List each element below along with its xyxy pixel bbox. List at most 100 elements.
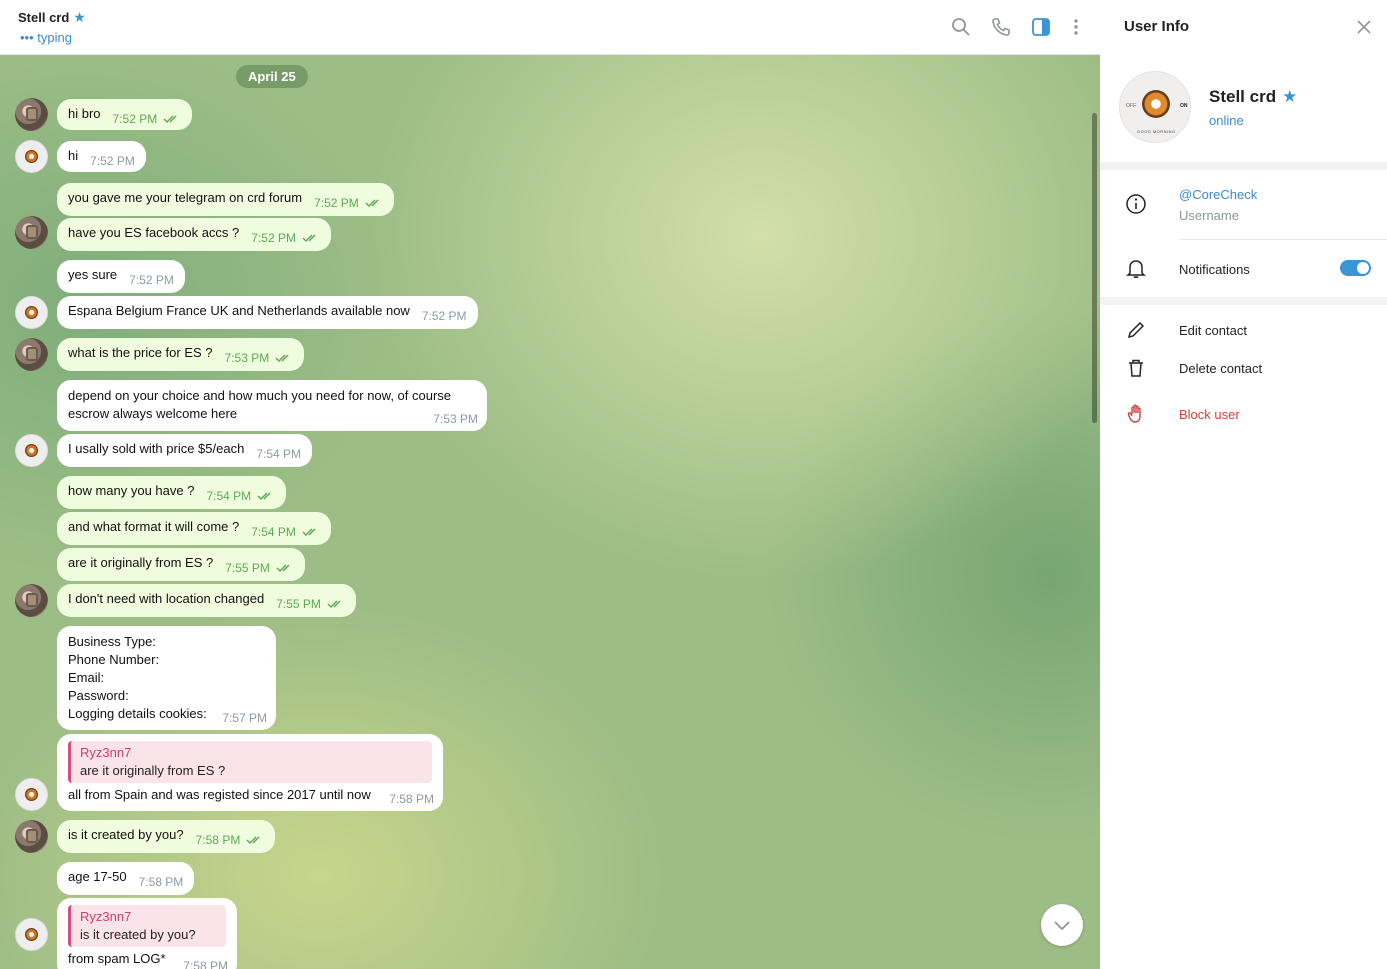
message-meta: 7:53 PM [433, 410, 478, 428]
date-separator: April 25 [236, 65, 308, 88]
message-bubble[interactable]: you gave me your telegram on crd forum 7:… [57, 183, 394, 216]
notifications-label: Notifications [1179, 262, 1250, 277]
avatar[interactable] [15, 296, 48, 329]
edit-contact-button[interactable]: Edit contact [1179, 323, 1247, 338]
telegram-window: Stell crd ★ ••• typing April 25 hi bro 7… [0, 0, 1387, 969]
chat-title[interactable]: Stell crd ★ [18, 9, 86, 26]
double-check-icon [302, 234, 316, 243]
message-text: and what format it will come ? [68, 519, 240, 534]
message-bubble[interactable]: hi 7:52 PM [57, 141, 146, 172]
message-meta: 7:52 PM [129, 271, 174, 289]
reply-quote[interactable]: Ryz3nn7 are it originally from ES ? [68, 741, 432, 783]
more-menu-button[interactable] [1065, 16, 1087, 38]
message-text-line: escrow always welcome here [68, 406, 238, 421]
message-bubble[interactable]: yes sure 7:52 PM [57, 260, 185, 293]
delete-contact-button[interactable]: Delete contact [1179, 361, 1262, 376]
message-time: 7:54 PM [251, 525, 296, 539]
username-value[interactable]: @CoreCheck [1179, 187, 1257, 202]
divider [1179, 239, 1387, 240]
message-bubble[interactable]: depend on your choice and how much you n… [57, 380, 487, 431]
message-meta: 7:54 PM [206, 487, 275, 505]
call-button[interactable] [990, 16, 1012, 38]
message-bubble[interactable]: Ryz3nn7 are it originally from ES ? all … [57, 734, 443, 811]
message-meta: 7:52 PM [314, 194, 383, 212]
message-text: what is the price for ES ? [68, 345, 213, 360]
notifications-toggle[interactable] [1340, 260, 1371, 276]
reply-quote[interactable]: Ryz3nn7 is it created by you? [68, 905, 226, 947]
sidebar-icon [1032, 18, 1050, 36]
username-label: Username [1179, 208, 1239, 223]
message-meta: 7:54 PM [251, 523, 320, 541]
double-check-icon [257, 492, 271, 501]
message-text: I don't need with location changed [68, 591, 265, 606]
double-check-icon [246, 836, 260, 845]
profile-name-text: Stell crd [1209, 87, 1277, 106]
message-time: 7:58 PM [195, 833, 241, 847]
message-text-line: Business Type: [68, 634, 156, 649]
message-time: 7:54 PM [256, 447, 302, 461]
search-button[interactable] [950, 16, 972, 38]
avatar[interactable] [15, 338, 48, 371]
avatar[interactable] [15, 820, 48, 853]
message-text: how many you have ? [68, 483, 195, 498]
more-vertical-icon [1074, 19, 1078, 35]
chat-status-text: typing [37, 30, 72, 45]
double-check-icon [276, 564, 290, 573]
message-bubble[interactable]: have you ES facebook accs ? 7:52 PM [57, 218, 331, 251]
avatar[interactable] [15, 216, 48, 249]
profile-avatar[interactable]: OFF ON GOOD MORNING [1119, 71, 1191, 143]
avatar[interactable] [15, 98, 48, 131]
message-bubble[interactable]: I usally sold with price $5/each 7:54 PM [57, 434, 313, 467]
message-bubble[interactable]: Business Type: Phone Number: Email: Pass… [57, 626, 276, 730]
panel-title: User Info [1124, 18, 1190, 35]
typing-dots-icon: ••• [20, 30, 38, 45]
message-bubble[interactable]: age 17-50 7:58 PM [57, 862, 195, 895]
message-bubble[interactable]: and what format it will come ? 7:54 PM [57, 512, 331, 545]
avatar[interactable] [15, 140, 48, 173]
message-time: 7:58 PM [183, 959, 228, 969]
avatar[interactable] [15, 584, 48, 617]
message-bubble[interactable]: Espana Belgium France UK and Netherlands… [57, 296, 478, 329]
message-meta: 7:53 PM [225, 349, 294, 367]
profile-name: Stell crd ★ [1209, 87, 1297, 107]
message-text: are it originally from ES ? [68, 555, 214, 570]
message-time: 7:52 PM [129, 273, 174, 287]
section-divider [1100, 162, 1387, 170]
search-icon [952, 18, 970, 36]
message-time: 7:52 PM [314, 196, 359, 210]
double-check-icon [275, 354, 289, 363]
message-time: 7:57 PM [222, 711, 267, 725]
message-bubble[interactable]: what is the price for ES ? 7:53 PM [57, 338, 305, 371]
message-meta: 7:52 PM [422, 307, 467, 325]
message-list[interactable]: April 25 hi bro 7:52 PM hi 7:52 PM you gav… [0, 55, 1100, 969]
scrollbar[interactable] [1092, 113, 1097, 423]
message-bubble[interactable]: hi bro 7:52 PM [57, 99, 193, 130]
message-text-line: depend on your choice and how much you n… [68, 388, 452, 403]
avatar-text-off: OFF [1126, 103, 1136, 109]
double-check-icon [365, 199, 379, 208]
message-bubble[interactable]: are it originally from ES ? 7:55 PM [57, 548, 305, 581]
chat-name-text: Stell crd [18, 10, 70, 25]
avatar[interactable] [15, 918, 48, 951]
avatar[interactable] [15, 778, 48, 811]
chat-panel: Stell crd ★ ••• typing April 25 hi bro 7… [0, 0, 1100, 969]
message-bubble[interactable]: I don't need with location changed 7:55 P… [57, 584, 356, 617]
avatar[interactable] [15, 434, 48, 467]
message-meta: 7:58 PM [183, 957, 228, 969]
bell-icon [1124, 256, 1148, 280]
message-bubble[interactable]: how many you have ? 7:54 PM [57, 476, 287, 509]
premium-star-icon: ★ [1282, 87, 1298, 106]
close-icon[interactable] [1355, 18, 1373, 36]
message-bubble[interactable]: is it created by you? 7:58 PM [57, 820, 276, 853]
chat-status: ••• typing [20, 30, 72, 45]
scroll-to-bottom-button[interactable] [1041, 904, 1083, 946]
reply-author: Ryz3nn7 [80, 909, 132, 924]
message-text: age 17-50 [68, 869, 127, 884]
message-bubble[interactable]: Ryz3nn7 is it created by you? from spam … [57, 898, 237, 969]
reply-author: Ryz3nn7 [80, 745, 132, 760]
toggle-sidebar-button[interactable] [1030, 16, 1052, 38]
message-text: you gave me your telegram on crd forum [68, 190, 303, 205]
message-time: 7:52 PM [421, 309, 467, 323]
message-text: yes sure [68, 267, 118, 282]
block-user-button[interactable]: Block user [1179, 407, 1240, 422]
